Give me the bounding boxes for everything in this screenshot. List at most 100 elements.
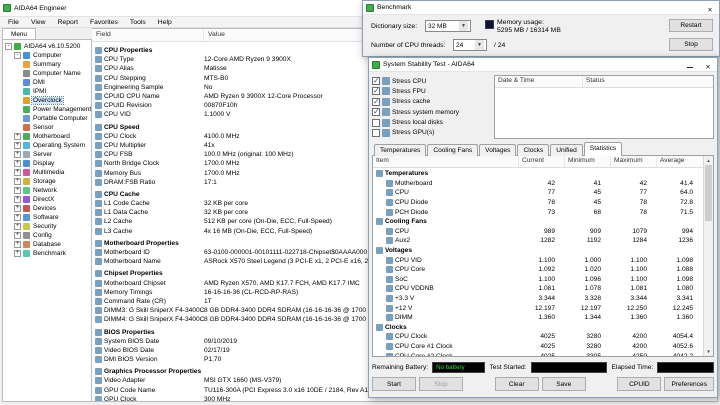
statistics-row[interactable]: DIMM 1.360 1.344 1.360 1.360 [373, 313, 703, 323]
tree-item[interactable]: DMI [3, 78, 91, 87]
restart-button[interactable]: Restart [669, 19, 713, 32]
tree-item[interactable]: + Benchmark [3, 249, 91, 258]
menu-item[interactable]: Favorites [84, 19, 124, 26]
log-datetime-header[interactable]: Date & Time [495, 76, 583, 87]
sst-close-button[interactable] [699, 58, 717, 71]
tree-expand-box[interactable]: + [14, 241, 21, 248]
tree-expand-box[interactable]: + [14, 232, 21, 239]
table-scrollbar[interactable]: ▲ ▼ [703, 156, 713, 356]
tree-item[interactable]: + Software [3, 213, 91, 222]
sst-minimize-button[interactable] [681, 58, 699, 71]
tree-item[interactable]: + Devices [3, 204, 91, 213]
sst-button[interactable]: Start [372, 377, 416, 391]
statistics-row[interactable]: Aux2 1282 1192 1284 1236 [373, 236, 703, 246]
statistics-row[interactable]: Temperatures [373, 169, 703, 179]
menu-item[interactable]: View [25, 19, 52, 26]
scrollbar-thumb[interactable] [705, 165, 712, 221]
tree-item[interactable]: - AIDA64 v6.10.5200 [3, 42, 91, 51]
stress-option[interactable]: Stress FPU [372, 86, 490, 96]
statistics-row[interactable]: Cooling Fans [373, 217, 703, 227]
statistics-row[interactable]: +3.3 V 3.344 3.328 3.344 3.341 [373, 294, 703, 304]
maximum-column-header[interactable]: Maximum [611, 156, 657, 167]
statistics-row[interactable]: +12 V 12.197 12.197 12.250 12.245 [373, 303, 703, 313]
menu-item[interactable]: Help [152, 19, 178, 26]
tree-item[interactable]: + Security [3, 222, 91, 231]
tree-item[interactable]: - Computer [3, 51, 91, 60]
statistics-row[interactable]: SoC 1.100 1.096 1.100 1.098 [373, 275, 703, 285]
item-column-header[interactable]: Item [373, 156, 519, 167]
cpu-threads-select[interactable]: 24 ▼ [453, 39, 487, 51]
tree-item[interactable]: IPMI [3, 87, 91, 96]
tree-item[interactable]: + Config [3, 231, 91, 240]
stress-option[interactable]: Stress cache [372, 97, 490, 107]
sst-tab[interactable]: Voltages [479, 144, 516, 156]
statistics-row[interactable]: Clocks [373, 323, 703, 333]
statistics-row[interactable]: Motherboard 42 41 42 41.4 [373, 179, 703, 189]
stress-checkbox[interactable] [372, 98, 380, 106]
minimum-column-header[interactable]: Minimum [565, 156, 611, 167]
tree-expand-box[interactable]: + [14, 133, 21, 140]
tree-expand-box[interactable]: + [14, 250, 21, 257]
sst-button[interactable]: Save [542, 377, 586, 391]
sidebar-tab-menu[interactable]: Menu [2, 28, 36, 39]
tree-expand-box[interactable]: - [5, 43, 12, 50]
tree-item[interactable]: Overclock [3, 96, 91, 105]
tree-expand-box[interactable]: + [14, 151, 21, 158]
stop-button[interactable]: Stop [669, 38, 713, 51]
statistics-row[interactable]: CPU Diode 78 45 78 72.8 [373, 198, 703, 208]
log-status-header[interactable]: Status [583, 76, 713, 87]
stress-checkbox[interactable] [372, 129, 380, 137]
scroll-up-icon[interactable]: ▲ [704, 156, 713, 165]
tree-expand-box[interactable]: + [14, 223, 21, 230]
tree-item[interactable]: + Storage [3, 177, 91, 186]
sst-button[interactable]: Preferences [664, 377, 714, 391]
tree-item[interactable]: + Motherboard [3, 132, 91, 141]
sst-button[interactable]: Stop [419, 377, 463, 391]
scroll-down-icon[interactable]: ▼ [704, 347, 713, 356]
tree-expand-box[interactable]: + [14, 160, 21, 167]
menu-item[interactable]: Tools [124, 19, 152, 26]
tree-item[interactable]: Computer Name [3, 69, 91, 78]
statistics-row[interactable]: CPU VID 1.100 1.000 1.100 1.098 [373, 255, 703, 265]
tree-expand-box[interactable]: + [14, 178, 21, 185]
tree-item[interactable]: + DirectX [3, 195, 91, 204]
tree-expand-box[interactable]: + [14, 187, 21, 194]
benchmark-close-button[interactable] [701, 1, 719, 14]
stress-checkbox[interactable] [372, 87, 380, 95]
dictionary-size-select[interactable]: 32 MB ▼ [425, 20, 471, 32]
statistics-row[interactable]: CPU Core 1.092 1.020 1.100 1.088 [373, 265, 703, 275]
menu-item[interactable]: File [2, 19, 25, 26]
statistics-row[interactable]: CPU Core #1 Clock 4025 3280 4200 4052.6 [373, 342, 703, 352]
tree-item[interactable]: Power Management [3, 105, 91, 114]
statistics-row[interactable]: CPU Core #2 Clock 4025 3305 4250 4042.2 [373, 351, 703, 356]
tree-item[interactable]: Portable Computer [3, 114, 91, 123]
field-column-header[interactable]: Field [92, 29, 204, 41]
stress-option[interactable]: Stress GPU(s) [372, 128, 490, 138]
statistics-row[interactable]: CPU 77 45 77 64.0 [373, 188, 703, 198]
statistics-row[interactable]: PCH Diode 73 68 78 71.5 [373, 207, 703, 217]
statistics-row[interactable]: CPU 989 909 1079 994 [373, 227, 703, 237]
sst-tab[interactable]: Unified [550, 144, 583, 156]
stress-checkbox[interactable] [372, 108, 380, 116]
stress-option[interactable]: Stress local disks [372, 118, 490, 128]
current-column-header[interactable]: Current [519, 156, 565, 167]
tree-item[interactable]: + Multimedia [3, 168, 91, 177]
tree-item[interactable]: + Network [3, 186, 91, 195]
tree-item[interactable]: + Operating System [3, 141, 91, 150]
tree-item[interactable]: + Database [3, 240, 91, 249]
statistics-row[interactable]: CPU VDDNB 1.081 1.078 1.081 1.080 [373, 284, 703, 294]
tree-expand-box[interactable]: + [14, 214, 21, 221]
tree-item[interactable]: Summary [3, 60, 91, 69]
sst-tab[interactable]: Statistics [584, 142, 622, 156]
tree-item[interactable]: Sensor [3, 123, 91, 132]
statistics-row[interactable]: Voltages [373, 246, 703, 256]
menu-item[interactable]: Report [52, 19, 84, 26]
tree-expand-box[interactable]: + [14, 205, 21, 212]
stress-checkbox[interactable] [372, 119, 380, 127]
tree-expand-box[interactable]: - [14, 52, 21, 59]
sst-button[interactable]: Clear [495, 377, 539, 391]
tree-expand-box[interactable]: + [14, 196, 21, 203]
tree-item[interactable]: + Server [3, 150, 91, 159]
stress-option[interactable]: Stress system memory [372, 107, 490, 117]
sst-tab[interactable]: Cooling Fans [427, 144, 478, 156]
